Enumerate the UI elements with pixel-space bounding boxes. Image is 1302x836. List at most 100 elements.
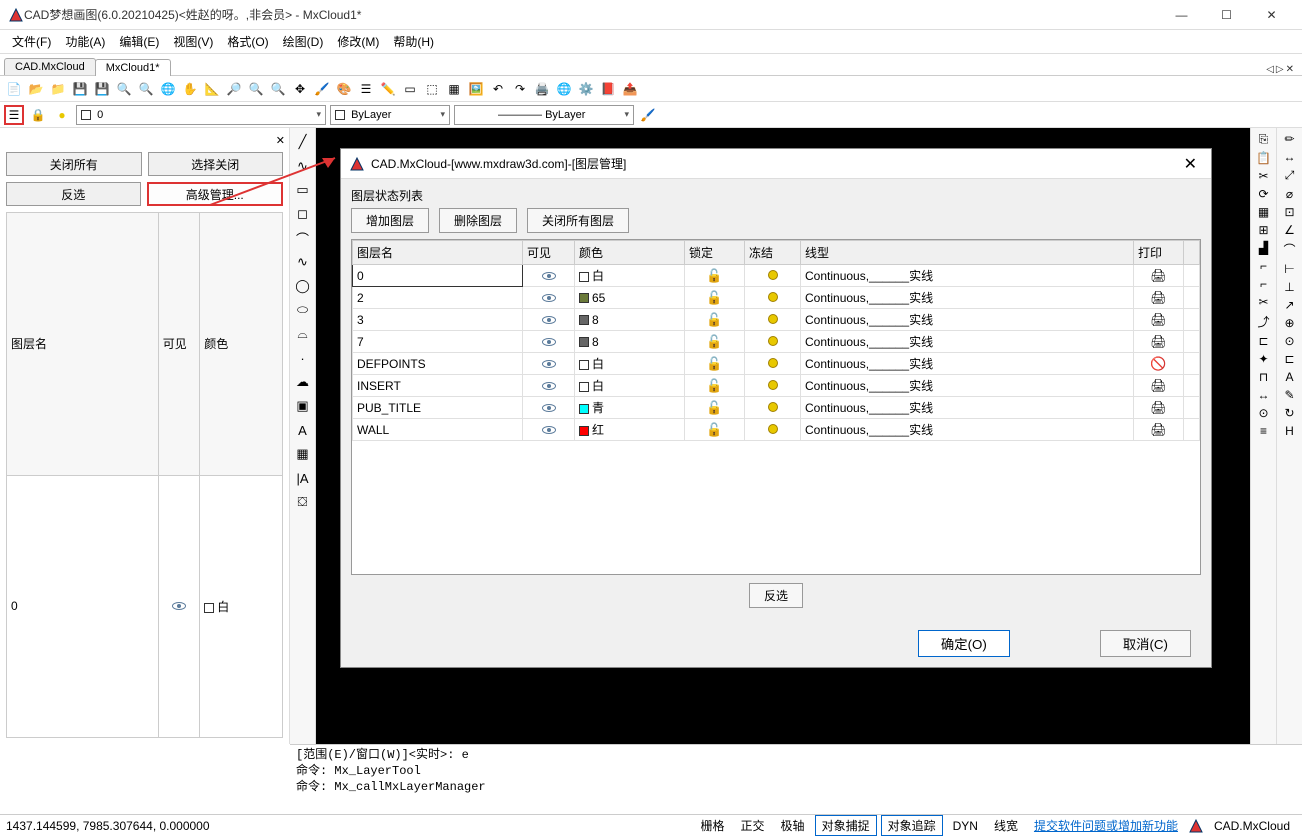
line-icon[interactable]: ╱: [293, 132, 313, 152]
menu-function[interactable]: 功能(A): [59, 31, 111, 52]
trim-icon[interactable]: ✂: [1258, 295, 1268, 309]
layer-row[interactable]: 38🔓Continuous,______实线🖨: [353, 309, 1200, 331]
layer-combo[interactable]: 0▾: [76, 105, 326, 125]
dim-radius-icon[interactable]: ⌀: [1286, 187, 1293, 201]
redo-icon[interactable]: ↷: [510, 79, 530, 99]
dialog-close-button[interactable]: ✕: [1178, 154, 1203, 174]
mirror-icon[interactable]: ▟: [1259, 241, 1268, 255]
chamfer-icon[interactable]: ⌐: [1260, 277, 1267, 291]
cell-color[interactable]: 青: [575, 397, 685, 419]
menu-file[interactable]: 文件(F): [6, 31, 57, 52]
cell-lock[interactable]: 🔓: [685, 397, 745, 419]
stretch-icon[interactable]: ↔: [1258, 388, 1270, 402]
block-icon[interactable]: ▣: [293, 396, 313, 416]
cell-visible[interactable]: [523, 353, 575, 375]
cloud-icon[interactable]: ☁: [293, 372, 313, 392]
region-icon[interactable]: ▦: [444, 79, 464, 99]
align-icon[interactable]: ≡: [1260, 424, 1267, 438]
cell-lock[interactable]: 🔓: [685, 265, 745, 287]
close-all-button[interactable]: 关闭所有: [6, 152, 142, 176]
array-icon[interactable]: ⊞: [1258, 223, 1268, 237]
move-icon[interactable]: ✥: [290, 79, 310, 99]
cell-linetype[interactable]: Continuous,______实线: [801, 331, 1134, 353]
rect2-icon[interactable]: ◻: [293, 204, 313, 224]
cell-color[interactable]: 8: [575, 331, 685, 353]
cell-color[interactable]: 红: [575, 419, 685, 441]
save-icon[interactable]: 💾: [70, 79, 90, 99]
cut-icon[interactable]: ✂: [1258, 169, 1268, 183]
cell-visible[interactable]: [523, 309, 575, 331]
image-icon[interactable]: 🖼️: [466, 79, 486, 99]
tab-cad-mxcloud[interactable]: CAD.MxCloud: [4, 58, 96, 75]
zoom-icon[interactable]: 🔍: [246, 79, 266, 99]
zoom-in-icon[interactable]: 🔍: [136, 79, 156, 99]
brush-icon[interactable]: 🖌️: [312, 79, 332, 99]
layer-row[interactable]: WALL红🔓Continuous,______实线🖨: [353, 419, 1200, 441]
select-close-button[interactable]: 选择关闭: [148, 152, 284, 176]
dim-base-icon[interactable]: ⊥: [1284, 280, 1294, 294]
settings-icon[interactable]: ⚙️: [576, 79, 596, 99]
cell-freeze[interactable]: [745, 265, 801, 287]
brush-linetype-icon[interactable]: 🖌️: [638, 105, 658, 125]
ellipse-icon[interactable]: ⬭: [293, 300, 313, 320]
tab-nav-controls[interactable]: ◁▷✕: [1266, 64, 1298, 75]
cell-visible[interactable]: [523, 265, 575, 287]
cell-lock[interactable]: 🔓: [685, 375, 745, 397]
hatch-icon[interactable]: ▦: [293, 444, 313, 464]
dim-other-icon[interactable]: ⊡: [1284, 205, 1294, 219]
zoom-extent-icon[interactable]: 🌐: [158, 79, 178, 99]
zoom-real-icon[interactable]: 🔍: [268, 79, 288, 99]
zoom-window-icon[interactable]: 🔍: [114, 79, 134, 99]
break-icon[interactable]: ⊏: [1258, 334, 1268, 348]
th-print[interactable]: 打印: [1134, 241, 1184, 265]
cell-freeze[interactable]: [745, 287, 801, 309]
layer-sun-icon[interactable]: ●: [52, 105, 72, 125]
status-otrack[interactable]: 对象追踪: [881, 815, 943, 836]
eraser-icon[interactable]: ✏: [1284, 132, 1294, 146]
spline-icon[interactable]: ∿: [293, 252, 313, 272]
grid-icon[interactable]: ▦: [1258, 205, 1269, 219]
paste-icon[interactable]: 📋: [1256, 151, 1271, 165]
status-ortho[interactable]: 正交: [735, 816, 771, 835]
cell-freeze[interactable]: [745, 375, 801, 397]
cell-freeze[interactable]: [745, 419, 801, 441]
join-icon[interactable]: ⊓: [1259, 370, 1268, 384]
center-icon[interactable]: ⊙: [1284, 334, 1294, 348]
th-color[interactable]: 颜色: [575, 241, 685, 265]
dim-update-icon[interactable]: ↻: [1284, 406, 1294, 420]
cell-linetype[interactable]: Continuous,______实线: [801, 419, 1134, 441]
zoom-out-icon[interactable]: 🔎: [224, 79, 244, 99]
select-icon[interactable]: ⬚: [422, 79, 442, 99]
layer-row[interactable]: 0白🔓Continuous,______实线🖨: [353, 265, 1200, 287]
dim-linear-icon[interactable]: ↔: [1284, 150, 1296, 164]
cell-lock[interactable]: 🔓: [685, 353, 745, 375]
fillet-icon[interactable]: ⌐: [1260, 259, 1267, 273]
cell-visible[interactable]: [523, 287, 575, 309]
cell-lock[interactable]: 🔓: [685, 287, 745, 309]
cell-print[interactable]: 🖨: [1134, 309, 1184, 331]
export-icon[interactable]: 📤: [620, 79, 640, 99]
cell-color[interactable]: 白: [575, 375, 685, 397]
region-icon[interactable]: ⛋: [293, 492, 313, 512]
rotate-icon[interactable]: ⟳: [1258, 187, 1268, 201]
pan-icon[interactable]: ✋: [180, 79, 200, 99]
cell-linetype[interactable]: Continuous,______实线: [801, 309, 1134, 331]
paint-icon[interactable]: 🎨: [334, 79, 354, 99]
copy-icon[interactable]: ⎘: [1259, 132, 1269, 147]
cell-freeze[interactable]: [745, 397, 801, 419]
undo-icon[interactable]: ↶: [488, 79, 508, 99]
new-icon[interactable]: 📄: [4, 79, 24, 99]
pdf-icon[interactable]: 📕: [598, 79, 618, 99]
th-visible[interactable]: 可见: [523, 241, 575, 265]
dim-edit-icon[interactable]: ✎: [1284, 388, 1294, 402]
close-all-layers-button[interactable]: 关闭所有图层: [527, 208, 629, 233]
side-table-row[interactable]: 0 白: [7, 475, 283, 738]
cell-print[interactable]: 🖨: [1134, 397, 1184, 419]
tab-mxcloud1[interactable]: MxCloud1*: [95, 59, 171, 76]
circle-icon[interactable]: ◯: [293, 276, 313, 296]
explode-icon[interactable]: ✦: [1258, 352, 1268, 366]
cell-visible[interactable]: [523, 397, 575, 419]
status-osnap[interactable]: 对象捕捉: [815, 815, 877, 836]
ok-button[interactable]: 确定(O): [918, 630, 1010, 657]
dim-align-icon[interactable]: ⤢: [1285, 168, 1295, 183]
